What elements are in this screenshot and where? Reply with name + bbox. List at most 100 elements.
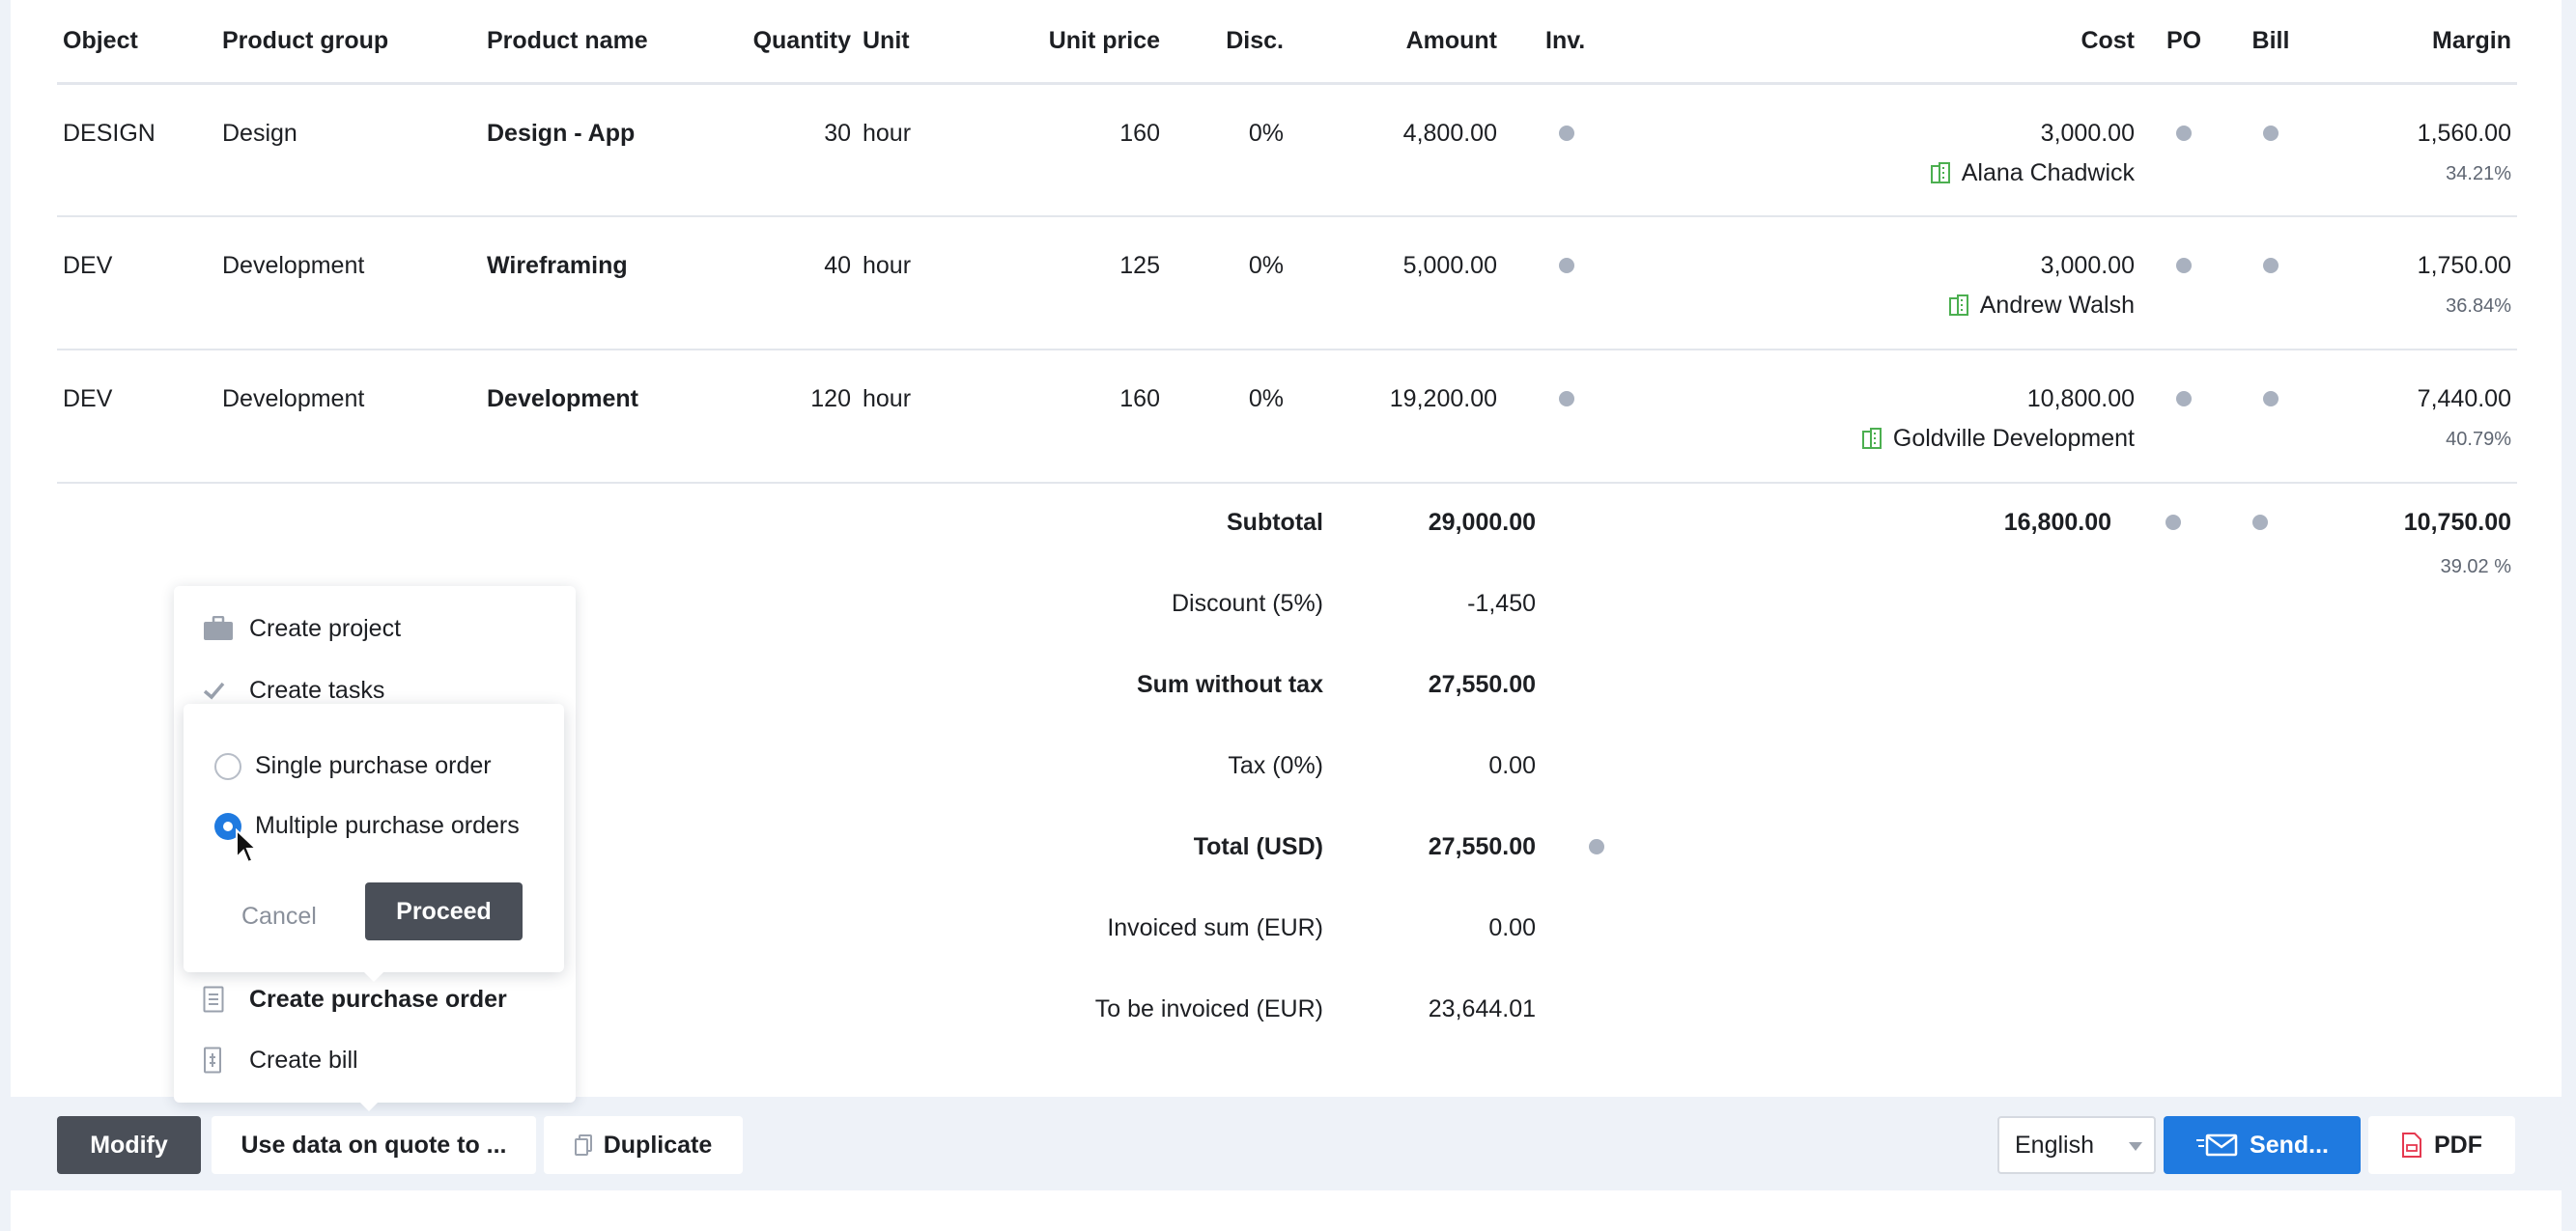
bill-status-dot[interactable] — [2263, 391, 2279, 406]
cell-unit: hour — [857, 350, 1006, 484]
menu-item-create-bill[interactable]: Create bill — [203, 1041, 358, 1079]
building-icon — [1930, 161, 1950, 183]
col-header-disc[interactable]: Disc. — [1166, 0, 1289, 85]
col-header-object[interactable]: Object — [57, 0, 216, 85]
cell-object: DESIGN — [57, 83, 216, 217]
cell-amount: 4,800.00 — [1289, 83, 1503, 217]
sum-without-tax-value: 27,550.00 — [1428, 671, 1536, 698]
supplier-name: Alana Chadwick — [1961, 158, 2135, 186]
menu-item-create-project[interactable]: Create project — [203, 609, 401, 648]
col-header-product-group[interactable]: Product group — [216, 0, 481, 85]
menu-item-create-purchase-order[interactable]: Create purchase order — [203, 980, 507, 1019]
total-value: 27,550.00 — [1428, 833, 1536, 860]
tax-label: Tax (0%) — [1228, 752, 1323, 779]
cell-amount: 19,200.00 — [1289, 350, 1503, 484]
copy-icon — [574, 1134, 592, 1156]
cell-disc: 0% — [1166, 350, 1289, 484]
cell-unit: hour — [857, 83, 1006, 217]
briefcase-icon — [203, 614, 236, 643]
invoiced-sum-value: 0.00 — [1488, 914, 1536, 941]
subtotal-cost: 16,800.00 — [2003, 509, 2111, 536]
proceed-button[interactable]: Proceed — [365, 882, 523, 940]
send-label: Send... — [2250, 1131, 2329, 1159]
cell-product-name: Development — [481, 350, 699, 484]
po-status-dot[interactable] — [2176, 258, 2192, 273]
receipt-icon — [203, 1046, 236, 1075]
po-status-dot[interactable] — [2176, 391, 2192, 406]
cell-amount: 5,000.00 — [1289, 216, 1503, 350]
cell-disc: 0% — [1166, 216, 1289, 350]
multiple-purchase-orders-option[interactable]: Multiple purchase orders — [214, 812, 520, 840]
modify-label: Modify — [90, 1131, 168, 1159]
modify-button[interactable]: Modify — [57, 1116, 201, 1174]
cell-cost: 10,800.00 — [2026, 385, 2135, 412]
mail-send-icon — [2195, 1133, 2238, 1158]
col-header-product-name[interactable]: Product name — [481, 0, 699, 85]
col-header-cost[interactable]: Cost — [1620, 0, 2140, 85]
cell-unit-price: 125 — [1006, 216, 1166, 350]
cancel-button[interactable]: Cancel — [241, 890, 338, 942]
invoiced-sum-label: Invoiced sum (EUR) — [1107, 914, 1323, 941]
building-icon — [1861, 428, 1882, 449]
table-row[interactable]: DESIGN Design Design - App 30 hour 160 0… — [57, 83, 2517, 217]
col-header-inv[interactable]: Inv. — [1503, 0, 1620, 85]
lower-panel — [11, 1190, 2562, 1231]
single-purchase-order-option[interactable]: Single purchase order — [214, 752, 492, 780]
cell-quantity: 30 — [699, 83, 857, 217]
supplier-name: Goldville Development — [1892, 425, 2135, 452]
cell-object: DEV — [57, 216, 216, 350]
menu-item-label: Create purchase order — [249, 985, 507, 1013]
chevron-down-icon — [2129, 1142, 2142, 1151]
col-header-unit[interactable]: Unit — [857, 0, 1006, 85]
language-value: English — [2015, 1131, 2094, 1159]
subtotal-amount: 29,000.00 — [1428, 509, 1536, 536]
po-status-dot[interactable] — [2166, 515, 2181, 530]
col-header-amount[interactable]: Amount — [1289, 0, 1503, 85]
cell-unit: hour — [857, 216, 1006, 350]
popup-pointer — [363, 971, 384, 982]
pdf-label: PDF — [2434, 1131, 2482, 1159]
col-header-quantity[interactable]: Quantity — [699, 0, 857, 85]
cell-object: DEV — [57, 350, 216, 484]
invoice-status-dot[interactable] — [1559, 391, 1574, 406]
table-row[interactable]: DEV Development Development 120 hour 160… — [57, 350, 2517, 484]
menu-pointer — [359, 1102, 379, 1111]
bill-status-dot[interactable] — [2252, 515, 2268, 530]
to-be-invoiced-label: To be invoiced (EUR) — [1094, 995, 1323, 1022]
invoice-status-dot[interactable] — [1589, 839, 1604, 854]
duplicate-label: Duplicate — [603, 1131, 713, 1159]
col-header-bill[interactable]: Bill — [2227, 0, 2314, 85]
menu-item-label: Create project — [249, 614, 402, 642]
cell-product-group: Design — [216, 83, 481, 217]
subtotal-margin-percent: 39.02 % — [2440, 556, 2511, 577]
subtotal-label: Subtotal — [1227, 509, 1323, 536]
col-header-unit-price[interactable]: Unit price — [1006, 0, 1166, 85]
send-button[interactable]: Send... — [2164, 1116, 2361, 1174]
supplier-name: Andrew Walsh — [1979, 292, 2135, 319]
supplier-link[interactable]: Goldville Development — [1620, 425, 2135, 453]
document-icon — [203, 985, 236, 1014]
invoice-status-dot[interactable] — [1559, 125, 1574, 141]
cell-margin: 7,440.00 — [2417, 385, 2511, 412]
language-select[interactable]: English — [1997, 1116, 2156, 1174]
col-header-po[interactable]: PO — [2140, 0, 2227, 85]
supplier-link[interactable]: Andrew Walsh — [1620, 292, 2135, 320]
discount-label: Discount (5%) — [1172, 590, 1323, 617]
po-status-dot[interactable] — [2176, 125, 2192, 141]
margin-percent: 40.79% — [2446, 429, 2511, 450]
single-po-radio[interactable] — [214, 752, 241, 780]
invoice-status-dot[interactable] — [1559, 258, 1574, 273]
table-row[interactable]: DEV Development Wireframing 40 hour 125 … — [57, 216, 2517, 350]
pdf-icon — [2401, 1133, 2422, 1158]
bill-status-dot[interactable] — [2263, 258, 2279, 273]
subtotal-row: Subtotal 29,000.00 16,800.00 10,750.00 — [0, 509, 2576, 540]
duplicate-button[interactable]: Duplicate — [544, 1116, 743, 1174]
supplier-link[interactable]: Alana Chadwick — [1620, 159, 2135, 187]
quote-items-table: Object Product group Product name Quanti… — [57, 0, 2517, 484]
col-header-margin[interactable]: Margin — [2314, 0, 2517, 85]
bill-status-dot[interactable] — [2263, 125, 2279, 141]
pdf-button[interactable]: PDF — [2368, 1116, 2515, 1174]
mouse-cursor-icon — [236, 828, 259, 864]
use-data-on-quote-button[interactable]: Use data on quote to ... — [212, 1116, 536, 1174]
discount-value: -1,450 — [1467, 590, 1536, 617]
